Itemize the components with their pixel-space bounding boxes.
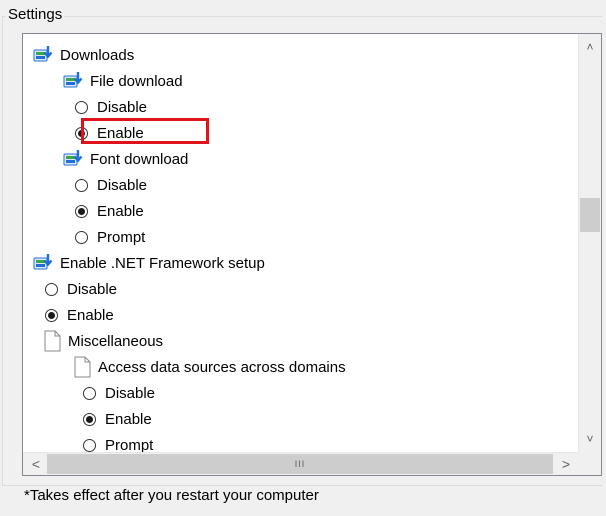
settings-tree[interactable]: Downloads File download Disable Enable Font … [22,33,602,476]
tree-viewport: Downloads File download Disable Enable Font … [23,34,579,452]
tree-item-label: Prompt [105,436,154,453]
horizontal-scroll-thumb[interactable]: III [47,454,553,474]
radio-checked-icon[interactable] [75,126,88,140]
tree-item-label: Enable [97,202,144,220]
tree-node[interactable]: Enable .NET Framework setup [33,250,265,276]
tree-item-label: Disable [105,384,156,402]
tree-item-label: Access data sources across domains [98,358,346,376]
tree-item-label: File download [90,72,183,90]
tree-item-label: Font download [90,150,189,168]
tree-node[interactable]: Font download [63,146,188,172]
tree-item-label: Enable [105,410,152,428]
tree-radio-option[interactable]: Enable [41,302,114,328]
page-icon [71,356,93,378]
tree-node[interactable]: Access data sources across domains [71,354,346,380]
radio-unchecked-icon[interactable] [83,386,96,400]
vertical-scroll-thumb[interactable] [580,198,600,232]
tree-radio-option[interactable]: Prompt [79,432,153,452]
tree-radio-option[interactable]: Disable [71,94,147,120]
tree-radio-option[interactable]: Enable [71,120,144,146]
tree-item-label: Prompt [97,228,146,246]
radio-unchecked-icon[interactable] [75,100,88,114]
tree-item-label: Enable [97,124,144,142]
tree-radio-option[interactable]: Prompt [71,224,145,250]
tree-radio-option[interactable]: Disable [71,172,147,198]
restart-note: *Takes effect after you restart your com… [24,487,319,504]
download-settings-icon [33,44,55,66]
tree-item-label: Disable [97,98,148,116]
settings-group-title: Settings [6,6,65,23]
tree-radio-option[interactable]: Enable [71,198,144,224]
tree-item-label: Enable .NET Framework setup [60,254,265,272]
download-settings-icon [33,252,55,274]
download-settings-icon [63,148,85,170]
tree-radio-option[interactable]: Enable [79,406,152,432]
tree-node[interactable]: File download [63,68,183,94]
tree-item-label: Enable [67,306,114,324]
horizontal-scrollbar[interactable]: < III > [23,452,579,475]
tree-radio-option[interactable]: Disable [41,276,117,302]
tree-radio-option[interactable]: Disable [79,380,155,406]
download-settings-icon [63,70,85,92]
vertical-scrollbar[interactable]: ˄ ˅ [578,34,601,452]
scroll-down-arrow-icon[interactable]: ˅ [579,428,601,450]
radio-checked-icon[interactable] [83,412,96,426]
radio-unchecked-icon[interactable] [83,438,96,452]
radio-checked-icon[interactable] [45,308,58,322]
scroll-right-arrow-icon[interactable]: > [555,453,577,475]
page-icon [41,330,63,352]
radio-unchecked-icon[interactable] [75,230,88,244]
tree-item-label: Downloads [60,46,135,64]
tree-item-label: Disable [97,176,148,194]
scrollbar-corner [578,452,601,475]
tree-item-label: Miscellaneous [68,332,164,350]
scroll-left-arrow-icon[interactable]: < [25,453,47,475]
radio-unchecked-icon[interactable] [45,282,58,296]
tree-node[interactable]: Downloads [33,42,134,68]
scroll-up-arrow-icon[interactable]: ˄ [579,36,601,58]
tree-item-label: Disable [67,280,118,298]
radio-unchecked-icon[interactable] [75,178,88,192]
tree-node[interactable]: Miscellaneous [41,328,163,354]
radio-checked-icon[interactable] [75,204,88,218]
